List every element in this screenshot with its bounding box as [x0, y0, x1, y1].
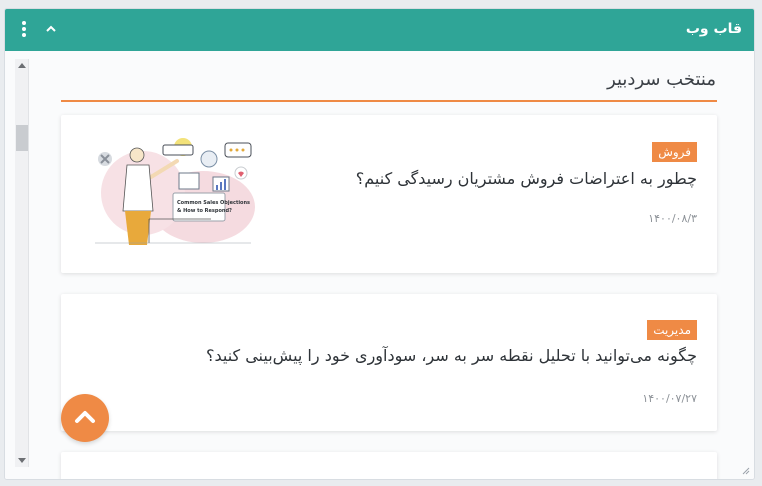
article-card[interactable]: Common Sales Objections & How to Respond… — [61, 115, 717, 273]
scroll-down-icon[interactable] — [18, 458, 26, 463]
category-badge[interactable]: مدیریت — [647, 320, 697, 340]
scroll-to-top-button[interactable] — [61, 394, 109, 442]
article-card[interactable] — [61, 452, 717, 479]
article-card[interactable]: مدیریت چگونه می‌توانید با تحلیل نقطه سر … — [61, 294, 717, 431]
scroll-up-icon[interactable] — [18, 63, 26, 68]
widget-header: قاب وب — [5, 9, 754, 51]
svg-text:& How to Respond?: & How to Respond? — [177, 208, 232, 214]
vertical-scrollbar[interactable] — [15, 59, 29, 467]
chevron-up-icon[interactable] — [43, 21, 59, 37]
more-options-icon[interactable] — [19, 21, 29, 41]
resize-handle-icon[interactable] — [742, 467, 750, 475]
article-headline[interactable]: چطور به اعتراضات فروش مشتریان رسیدگی کنی… — [356, 169, 697, 188]
scrollbar-thumb[interactable] — [16, 125, 28, 151]
article-date: ۱۴۰۰/۰۸/۳ — [648, 212, 697, 225]
widget-window: قاب وب منتخب سردبیر Common Sales Objecti… — [4, 8, 755, 480]
category-badge[interactable]: فروش — [652, 142, 697, 162]
article-thumbnail[interactable]: Common Sales Objections & How to Respond… — [91, 137, 255, 245]
article-headline[interactable]: چگونه می‌توانید با تحلیل نقطه سر به سر، … — [206, 346, 697, 365]
chevron-up-icon — [75, 411, 95, 423]
widget-title: قاب وب — [685, 21, 742, 37]
article-date: ۱۴۰۰/۰۷/۲۷ — [642, 392, 697, 405]
svg-text:Common Sales Objections: Common Sales Objections — [177, 200, 250, 206]
section-title: منتخب سردبیر — [607, 69, 716, 90]
widget-content: منتخب سردبیر Common Sales Objections & H… — [5, 51, 754, 479]
section-divider — [61, 100, 717, 102]
